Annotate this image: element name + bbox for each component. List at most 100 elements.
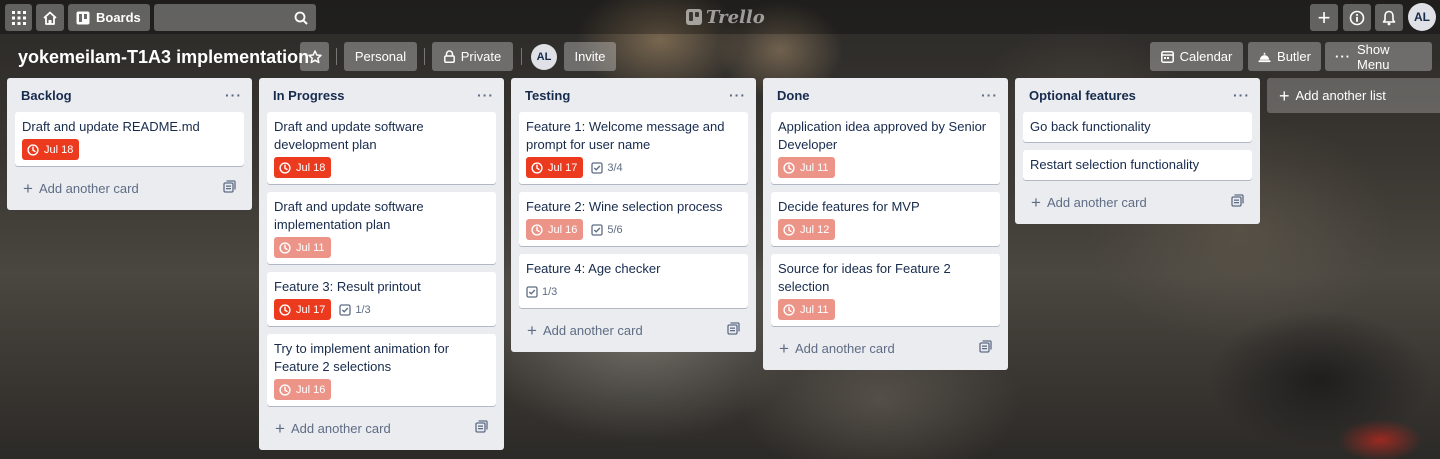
- list: Testing ··· Feature 1: Welcome message and…: [511, 78, 756, 352]
- card[interactable]: Draft and update software development pl…: [267, 112, 496, 184]
- list-title[interactable]: Done: [777, 88, 810, 103]
- card[interactable]: Feature 2: Wine selection process Jul 16 5…: [519, 192, 748, 246]
- apps-button[interactable]: [5, 4, 32, 31]
- notifications-button[interactable]: [1375, 4, 1403, 31]
- create-from-template-button[interactable]: [727, 322, 740, 338]
- due-date-badge[interactable]: Jul 17: [526, 157, 584, 178]
- create-from-template-button[interactable]: [223, 180, 236, 196]
- card-title: Feature 3: Result printout: [274, 279, 421, 294]
- header-divider: [336, 48, 337, 65]
- card-list: Go back functionality Restart selection f…: [1015, 112, 1260, 180]
- due-date-badge[interactable]: Jul 18: [274, 157, 332, 178]
- more-icon[interactable]: ···: [981, 87, 998, 103]
- add-card-button[interactable]: + Add another card: [1023, 188, 1252, 216]
- board-title[interactable]: yokemeilam-T1A3 implementation: [18, 46, 309, 68]
- card[interactable]: Draft and update software implementation…: [267, 192, 496, 264]
- card-list: Application idea approved by Senior Deve…: [763, 112, 1008, 326]
- due-date-badge[interactable]: Jul 18: [22, 139, 80, 160]
- clock-icon: [783, 161, 795, 174]
- add-card-label: Add another card: [794, 340, 895, 356]
- due-date-text: Jul 17: [548, 161, 578, 174]
- add-card-button[interactable]: + Add another card: [15, 174, 244, 202]
- checklist-icon: [339, 303, 352, 316]
- search-box[interactable]: [154, 4, 316, 31]
- show-menu-label: Show Menu: [1357, 41, 1390, 72]
- card-badges: Jul 17 1/3: [274, 299, 488, 320]
- card[interactable]: Go back functionality: [1023, 112, 1252, 142]
- star-board-button[interactable]: [300, 42, 329, 71]
- card[interactable]: Source for ideas for Feature 2 selection…: [771, 254, 1000, 326]
- search-input[interactable]: [154, 4, 316, 31]
- boards-button[interactable]: Boards: [68, 4, 150, 31]
- more-icon[interactable]: ···: [477, 87, 494, 103]
- card-title: Application idea approved by Senior Deve…: [778, 119, 987, 152]
- butler-icon: [1258, 52, 1271, 62]
- card-title: Draft and update software development pl…: [274, 119, 424, 152]
- more-icon[interactable]: ···: [225, 87, 242, 103]
- add-card-button[interactable]: + Add another card: [267, 414, 496, 442]
- team-button[interactable]: Personal: [344, 42, 417, 71]
- show-menu-button[interactable]: ··· Show Menu: [1325, 41, 1432, 72]
- clock-icon: [531, 161, 543, 174]
- add-card-left: + Add another card: [527, 322, 643, 339]
- checklist-icon: [591, 223, 604, 236]
- checklist-badge: 1/3: [339, 303, 371, 316]
- plus-icon: +: [275, 418, 285, 438]
- checklist-badge: 5/6: [591, 223, 623, 236]
- due-date-badge[interactable]: Jul 11: [778, 157, 835, 178]
- more-icon[interactable]: ···: [729, 87, 746, 103]
- home-button[interactable]: [36, 4, 64, 31]
- card[interactable]: Feature 4: Age checker 1/3: [519, 254, 748, 308]
- add-card-label: Add another card: [290, 420, 391, 436]
- create-from-template-button[interactable]: [1231, 194, 1244, 210]
- card-badges: Jul 12: [778, 219, 992, 240]
- butler-button[interactable]: Butler: [1248, 42, 1321, 71]
- more-icon[interactable]: ···: [1233, 87, 1250, 103]
- list-title[interactable]: Backlog: [21, 88, 72, 103]
- due-date-badge[interactable]: Jul 11: [274, 237, 331, 258]
- grid-icon: [11, 10, 26, 25]
- card-title: Decide features for MVP: [778, 199, 920, 214]
- calendar-button[interactable]: Calendar: [1150, 42, 1243, 71]
- add-card-button[interactable]: + Add another card: [519, 316, 748, 344]
- list-title[interactable]: Testing: [525, 88, 570, 103]
- card[interactable]: Try to implement animation for Feature 2…: [267, 334, 496, 406]
- due-date-badge[interactable]: Jul 17: [274, 299, 332, 320]
- list-header: Backlog ···: [7, 78, 252, 112]
- card-title: Try to implement animation for Feature 2…: [274, 341, 450, 374]
- card[interactable]: Application idea approved by Senior Deve…: [771, 112, 1000, 184]
- trello-logo[interactable]: Trello: [686, 7, 765, 28]
- create-from-template-button[interactable]: [979, 340, 992, 356]
- due-date-text: Jul 12: [800, 223, 830, 236]
- due-date-badge[interactable]: Jul 12: [778, 219, 836, 240]
- card-badges: Jul 18: [274, 157, 488, 178]
- visibility-button[interactable]: Private: [432, 42, 513, 71]
- board-member-avatar[interactable]: AL: [531, 44, 557, 70]
- list-title[interactable]: In Progress: [273, 88, 345, 103]
- add-card-label: Add another card: [38, 180, 139, 196]
- due-date-badge[interactable]: Jul 11: [778, 299, 835, 320]
- card-badges: Jul 11: [274, 237, 488, 258]
- card[interactable]: Feature 3: Result printout Jul 17 1/3: [267, 272, 496, 326]
- card[interactable]: Restart selection functionality: [1023, 150, 1252, 180]
- card[interactable]: Draft and update README.md Jul 18: [15, 112, 244, 166]
- card-title: Feature 2: Wine selection process: [526, 199, 723, 214]
- add-card-button[interactable]: + Add another card: [771, 334, 1000, 362]
- card-badges: Jul 16 5/6: [526, 219, 740, 240]
- due-date-badge[interactable]: Jul 16: [274, 379, 332, 400]
- due-date-badge[interactable]: Jul 16: [526, 219, 584, 240]
- invite-button[interactable]: Invite: [564, 42, 616, 71]
- list-header: Testing ···: [511, 78, 756, 112]
- info-button[interactable]: [1343, 4, 1371, 31]
- card[interactable]: Feature 1: Welcome message and prompt fo…: [519, 112, 748, 184]
- create-from-template-button[interactable]: [475, 420, 488, 436]
- list-title[interactable]: Optional features: [1029, 88, 1136, 103]
- card-title: Source for ideas for Feature 2 selection: [778, 261, 951, 294]
- clock-icon: [783, 303, 795, 316]
- user-avatar[interactable]: AL: [1408, 3, 1436, 31]
- add-list-button[interactable]: + Add another list: [1267, 78, 1440, 113]
- create-button[interactable]: +: [1310, 4, 1338, 31]
- list: Backlog ··· Draft and update README.md Jul …: [7, 78, 252, 210]
- card[interactable]: Decide features for MVP Jul 12: [771, 192, 1000, 246]
- card-badges: Jul 11: [778, 157, 992, 178]
